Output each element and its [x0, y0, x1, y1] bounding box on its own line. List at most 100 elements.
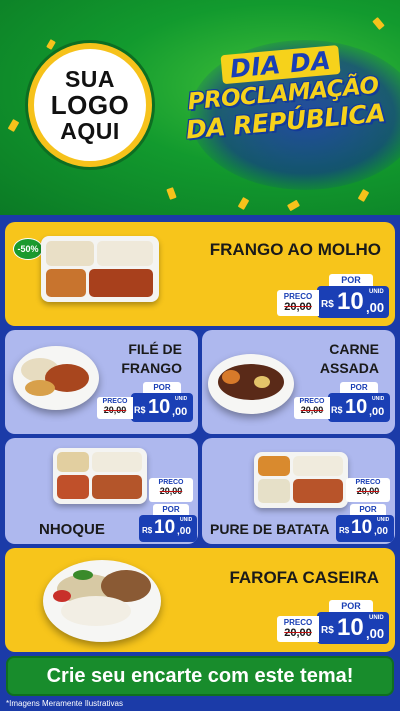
product-card-frango-ao-molho[interactable]: -50% FRANGO AO MOLHO POR R$ 10 ,00 UNID … — [5, 222, 395, 326]
product-name: NHOQUE — [39, 521, 105, 538]
product-name-line: FILÉ DE — [128, 341, 182, 357]
old-price-value: 20,00 — [103, 405, 127, 415]
rice-compartment — [92, 452, 142, 472]
price-value: 10 — [154, 517, 176, 538]
price-cents: ,00 — [172, 406, 188, 418]
old-price-label: PRECO — [283, 618, 313, 627]
currency-label: R$ — [321, 625, 334, 636]
food-tray-image — [53, 448, 147, 504]
product-card-nhoque[interactable]: NHOQUE PRECO 20,00 POR R$ 10 ,00 UNID — [5, 438, 198, 544]
product-name: FILÉ DE FRANGO — [121, 340, 182, 378]
chicken-compartment — [89, 269, 153, 297]
gnocchi-compartment — [57, 452, 89, 472]
currency-label: R$ — [331, 405, 343, 415]
old-price-label: PRECO — [299, 398, 325, 405]
old-price-value: 20,00 — [284, 627, 312, 639]
old-price-box: PRECO 20,00 — [294, 397, 330, 419]
old-price-label: PRECO — [158, 479, 184, 486]
unit-label: UNID — [369, 615, 384, 621]
unit-label: UNID — [377, 517, 390, 523]
potato — [254, 376, 270, 388]
fries — [25, 380, 55, 396]
price-tag: POR R$ 10 ,00 UNID PRECO 20,00 — [97, 382, 195, 424]
product-name: PURE DE BATATA — [210, 521, 330, 537]
price-value: 10 — [337, 288, 364, 315]
unit-label: UNID — [372, 396, 385, 402]
old-price-box: PRECO 20,00 — [149, 478, 193, 502]
product-card-carne-assada[interactable]: CARNE ASSADA POR R$ 10 ,00 UNID PRECO 20… — [202, 330, 395, 434]
confetti — [7, 118, 20, 133]
price-tag: POR R$ 10 ,00 UNID PRECO 20,00 — [277, 274, 391, 320]
product-name: FAROFA CASEIRA — [229, 568, 379, 587]
lettuce — [73, 570, 93, 580]
old-price-value: 20,00 — [356, 486, 380, 496]
unit-label: UNID — [180, 517, 193, 523]
header-banner: SUA LOGO AQUI DIA DA PROCLAMAÇÃO DA REPÚ… — [0, 0, 400, 215]
old-price-box: PRECO 20,00 — [346, 478, 390, 502]
rice-compartment — [293, 456, 343, 476]
price-cents: ,00 — [177, 526, 191, 537]
price-tag: PRECO 20,00 POR R$ 10 ,00 UNID — [139, 468, 197, 542]
price-value: 10 — [148, 396, 171, 418]
price-value: 10 — [337, 614, 364, 641]
rice-compartment — [46, 241, 94, 266]
price-cents: ,00 — [369, 406, 385, 418]
currency-label: R$ — [339, 526, 350, 535]
price-box: R$ 10 ,00 UNID — [139, 515, 197, 542]
chicken-compartment — [92, 475, 142, 499]
confetti — [46, 39, 56, 50]
price-tag: POR R$ 10 ,00 UNID PRECO 20,00 — [294, 382, 392, 424]
rice-compartment — [97, 241, 153, 266]
currency-label: R$ — [321, 299, 334, 310]
product-card-farofa-caseira[interactable]: FAROFA CASEIRA POR R$ 10 ,00 UNID PRECO … — [5, 548, 395, 652]
price-tag: PRECO 20,00 POR R$ 10 ,00 UNID — [336, 468, 394, 542]
old-price-box: PRECO 20,00 — [277, 290, 319, 316]
logo-text-line: AQUI — [60, 118, 120, 144]
price-cents: ,00 — [374, 526, 388, 537]
price-box: R$ 10 ,00 UNID — [336, 515, 394, 542]
product-name-line: CARNE — [329, 341, 379, 357]
unit-label: UNID — [369, 289, 384, 295]
sauce-compartment — [57, 475, 89, 499]
unit-label: UNID — [175, 396, 188, 402]
carrot-compartment — [46, 269, 86, 297]
old-price-box: PRECO 20,00 — [277, 616, 319, 642]
price-value: 10 — [345, 396, 368, 418]
logo-text-line: SUA — [64, 66, 116, 92]
price-box: R$ 10 ,00 UNID — [317, 612, 389, 644]
currency-label: R$ — [134, 405, 146, 415]
tomato — [53, 590, 71, 602]
rice — [61, 596, 131, 626]
food-tray-image — [254, 452, 348, 508]
confetti — [372, 17, 385, 30]
product-name-line: FRANGO — [121, 360, 182, 376]
discount-badge: -50% — [13, 238, 43, 260]
price-box: R$ 10 ,00 UNID — [328, 393, 390, 422]
confetti — [237, 196, 250, 211]
por-label: POR — [350, 504, 386, 515]
currency-label: R$ — [142, 526, 153, 535]
disclaimer-footnote: *Imagens Meramente Ilustrativas — [6, 699, 123, 708]
logo-text-line: LOGO — [50, 90, 130, 120]
old-price-label: PRECO — [355, 479, 381, 486]
price-cents: ,00 — [366, 300, 385, 315]
por-label: POR — [153, 504, 189, 515]
old-price-value: 20,00 — [300, 405, 324, 415]
food-bowl-image — [43, 560, 161, 642]
old-price-label: PRECO — [283, 292, 313, 301]
price-tag: POR R$ 10 ,00 UNID PRECO 20,00 — [277, 600, 391, 646]
product-name: CARNE ASSADA — [320, 340, 379, 378]
price-value: 10 — [351, 517, 373, 538]
food-bowl-image — [13, 346, 99, 410]
product-card-file-de-frango[interactable]: FILÉ DE FRANGO POR R$ 10 ,00 UNID PRECO … — [5, 330, 198, 434]
carrot-compartment — [258, 456, 290, 476]
logo-placeholder[interactable]: SUA LOGO AQUI — [28, 43, 152, 167]
old-price-value: 20,00 — [159, 486, 183, 496]
carrot — [222, 370, 240, 384]
price-box: R$ 10 ,00 UNID — [317, 286, 389, 318]
mashed-potato-compartment — [258, 479, 290, 503]
cta-button[interactable]: Crie seu encarte com este tema! — [6, 656, 394, 696]
product-card-pure-de-batata[interactable]: PURE DE BATATA PRECO 20,00 POR R$ 10 ,00… — [202, 438, 395, 544]
product-name: FRANGO AO MOLHO — [209, 240, 381, 259]
product-name-line: ASSADA — [319, 360, 379, 376]
